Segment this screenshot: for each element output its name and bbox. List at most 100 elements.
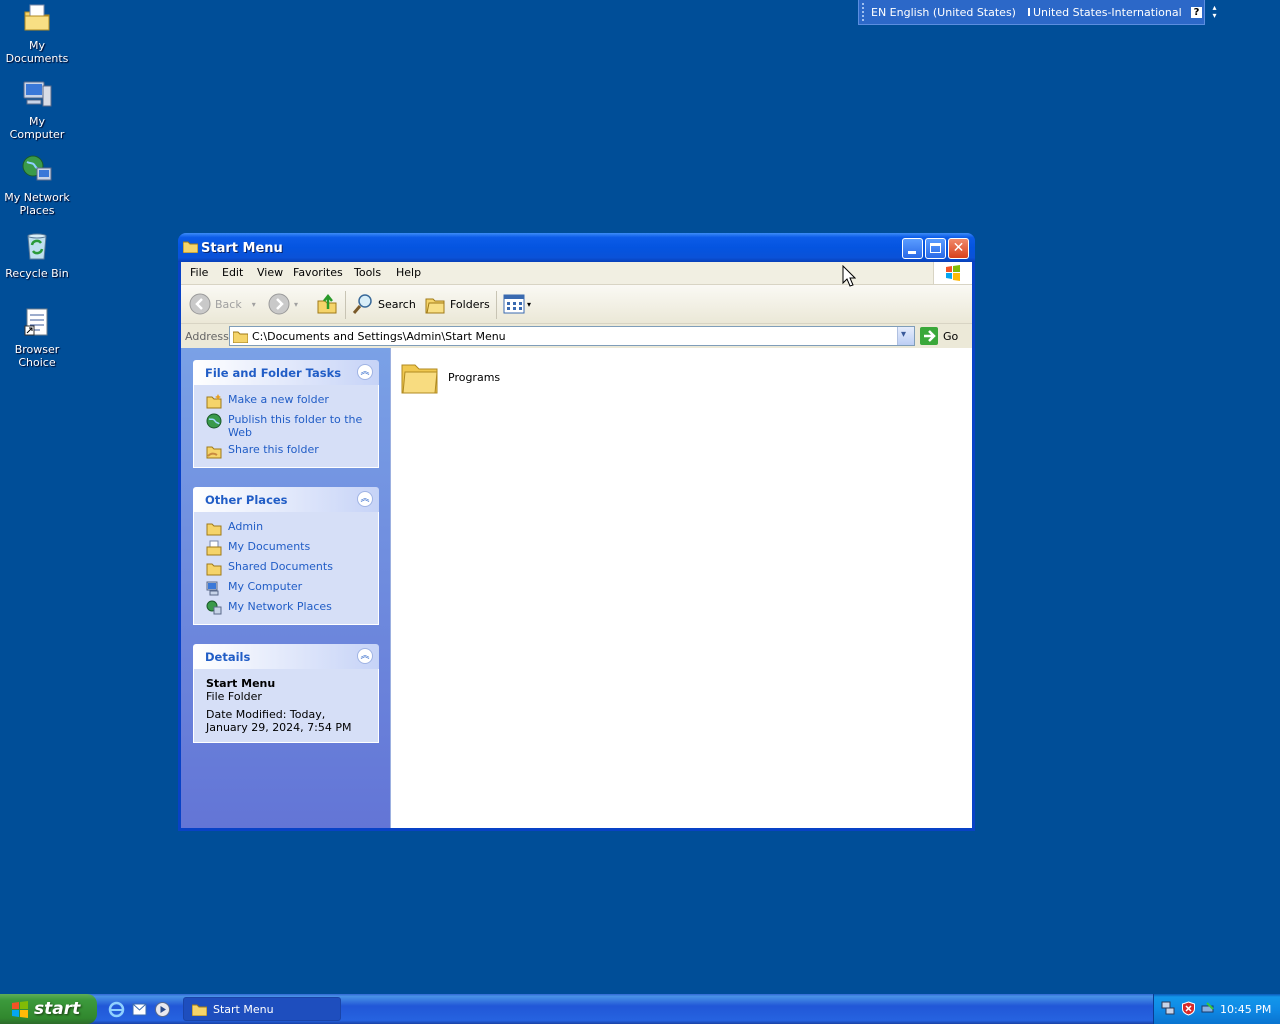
details-modified: Date Modified: Today, January 29, 2024, … <box>206 708 352 734</box>
address-input[interactable]: C:\Documents and Settings\Admin\Start Me… <box>229 326 915 346</box>
taskbar-item-label: Start Menu <box>213 1002 274 1016</box>
back-dropdown-icon[interactable]: ▾ <box>252 300 256 309</box>
forward-button[interactable]: ▾ <box>268 293 298 315</box>
desktop-icon-my-documents[interactable]: My Documents <box>0 2 74 65</box>
menu-favorites[interactable]: Favorites <box>293 266 343 279</box>
panel-body: Start Menu File Folder Date Modified: To… <box>193 669 379 743</box>
desktop-icon-my-network-places[interactable]: My Network Places <box>0 154 74 217</box>
share-folder-icon <box>206 446 222 459</box>
task-share-folder[interactable]: Share this folder <box>194 441 378 461</box>
go-label: Go <box>943 329 959 343</box>
back-arrow-icon <box>189 293 211 315</box>
network-connection-icon[interactable] <box>1161 1001 1176 1016</box>
title-bar[interactable]: Start Menu ✕ <box>178 233 975 262</box>
panel-title: Details <box>205 650 251 664</box>
address-label: Address <box>185 330 229 343</box>
toolbar-separator <box>345 291 346 319</box>
place-shared-documents[interactable]: Shared Documents <box>194 558 378 578</box>
collapse-chevron-icon[interactable]: ︽ <box>357 491 373 507</box>
folder-icon <box>183 241 198 253</box>
forward-arrow-icon <box>268 293 290 315</box>
panel-header[interactable]: Other Places ︽ <box>193 487 379 512</box>
details-type: File Folder <box>206 690 262 703</box>
desktop-icon-browser-choice[interactable]: Browser Choice <box>0 306 74 369</box>
views-dropdown-icon[interactable]: ▾ <box>527 300 531 309</box>
search-button[interactable]: Search <box>352 293 416 315</box>
language-bar[interactable]: EN English (United States) United States… <box>858 0 1216 25</box>
window-title: Start Menu <box>201 241 283 256</box>
folder-item-programs[interactable]: Programs <box>401 358 500 396</box>
menu-help[interactable]: Help <box>396 266 421 279</box>
folder-icon <box>401 364 438 394</box>
go-button[interactable]: Go <box>920 327 958 345</box>
panel-body: Admin My Documents Shared Documents My C… <box>193 512 379 625</box>
details-panel: Details ︽ Start Menu File Folder Date Mo… <box>193 644 379 743</box>
folder-icon <box>192 1004 207 1016</box>
task-publish-to-web[interactable]: Publish this folder to the Web <box>194 411 378 441</box>
place-my-network-places[interactable]: My Network Places <box>194 598 378 618</box>
toolbar-separator <box>496 291 497 319</box>
place-my-documents[interactable]: My Documents <box>194 538 378 558</box>
my-computer-icon <box>206 581 219 596</box>
clock[interactable]: 10:45 PM <box>1220 1003 1271 1016</box>
shared-folder-icon <box>206 563 222 576</box>
address-bar: Address C:\Documents and Settings\Admin\… <box>181 324 972 348</box>
chevron-down-icon: ▾ <box>901 329 907 340</box>
views-button[interactable]: ▾ <box>503 293 531 315</box>
network-places-icon <box>22 155 52 181</box>
maximize-button[interactable] <box>925 238 946 259</box>
my-documents-icon <box>24 4 50 31</box>
keyboard-layout[interactable]: United States-International <box>1033 6 1182 19</box>
desktop-icon-my-computer[interactable]: My Computer <box>0 78 74 141</box>
window-client: File Edit View Favorites Tools Help Back… <box>181 262 972 828</box>
task-make-new-folder[interactable]: Make a new folder <box>194 391 378 411</box>
place-admin[interactable]: Admin <box>194 518 378 538</box>
language-indicator[interactable]: EN English (United States) <box>871 6 1016 19</box>
langbar-grip[interactable] <box>862 3 864 21</box>
outlook-express-icon[interactable] <box>131 1001 148 1018</box>
folder-icon <box>233 331 248 343</box>
desktop-icon-label: My Documents <box>5 39 69 65</box>
langbar-options-icon[interactable]: ▴ ▾ <box>1212 4 1216 20</box>
address-path: C:\Documents and Settings\Admin\Start Me… <box>252 330 506 343</box>
place-my-computer[interactable]: My Computer <box>194 578 378 598</box>
collapse-chevron-icon[interactable]: ︽ <box>357 364 373 380</box>
back-button[interactable]: Back ▾ <box>189 293 256 315</box>
start-button[interactable]: start <box>0 994 97 1024</box>
browser-choice-icon <box>24 308 48 336</box>
media-player-icon[interactable] <box>154 1001 171 1018</box>
desktop-icon-label: Recycle Bin <box>5 267 69 280</box>
internet-explorer-icon[interactable] <box>108 1001 125 1018</box>
close-button[interactable]: ✕ <box>948 238 969 259</box>
forward-dropdown-icon[interactable]: ▾ <box>294 300 298 309</box>
panel-header[interactable]: Details ︽ <box>193 644 379 669</box>
collapse-chevron-icon[interactable]: ︽ <box>357 648 373 664</box>
address-dropdown-button[interactable]: ▾ <box>897 327 914 345</box>
windows-flag-icon <box>946 265 960 281</box>
menu-view[interactable]: View <box>257 266 283 279</box>
details-name: Start Menu <box>206 677 276 690</box>
toolbar: Back ▾ ▾ Search Folders ▾ <box>181 285 972 324</box>
windows-flag-icon <box>12 1001 28 1018</box>
security-alert-icon[interactable] <box>1181 1001 1196 1016</box>
desktop-icon-recycle-bin[interactable]: Recycle Bin <box>0 230 74 280</box>
keyboard-icon <box>1027 8 1030 16</box>
publish-web-icon <box>206 413 222 429</box>
up-folder-button[interactable] <box>316 293 338 315</box>
menu-tools[interactable]: Tools <box>354 266 381 279</box>
file-list-view[interactable]: Programs <box>390 348 972 828</box>
menu-file[interactable]: File <box>190 266 208 279</box>
maximize-icon <box>930 243 941 253</box>
my-documents-icon <box>206 540 222 556</box>
folders-icon <box>425 298 445 314</box>
close-icon: ✕ <box>952 240 965 256</box>
folders-button[interactable]: Folders <box>424 293 490 315</box>
minimize-button[interactable] <box>902 238 923 259</box>
panel-header[interactable]: File and Folder Tasks ︽ <box>193 360 379 385</box>
desktop-icon-label: My Computer <box>9 115 65 141</box>
menu-edit[interactable]: Edit <box>222 266 243 279</box>
help-icon[interactable]: ? <box>1190 6 1203 18</box>
safely-remove-hardware-icon[interactable] <box>1200 1001 1215 1016</box>
taskbar-item-start-menu[interactable]: Start Menu <box>183 997 341 1021</box>
my-computer-icon <box>23 81 52 107</box>
